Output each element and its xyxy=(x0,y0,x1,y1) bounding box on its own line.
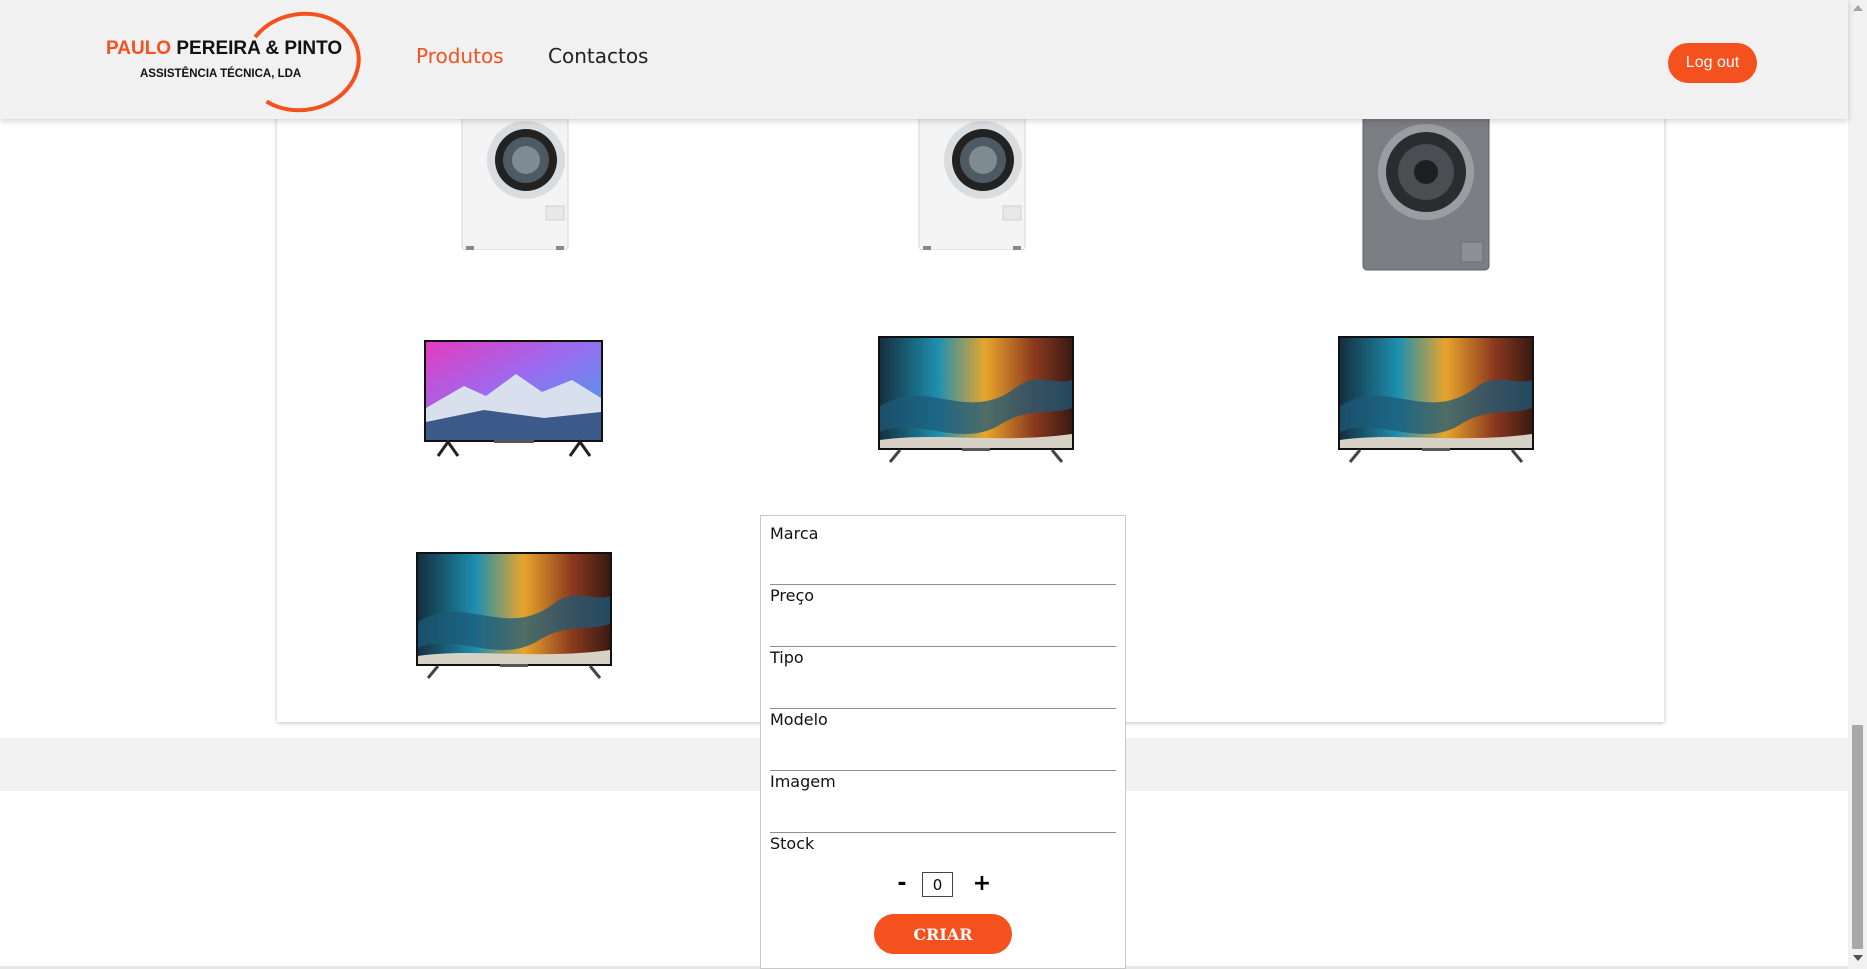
preco-input[interactable] xyxy=(770,606,1116,647)
washing-machine-image xyxy=(461,99,569,251)
product-card-tv-4[interactable] xyxy=(416,552,612,680)
stock-label: Stock xyxy=(770,834,815,853)
tv-image xyxy=(1338,336,1534,463)
modelo-label: Modelo xyxy=(770,710,828,729)
nav-produtos[interactable]: Produtos xyxy=(416,44,504,68)
product-card-tv-1[interactable] xyxy=(424,338,604,458)
criar-button[interactable]: CRIAR xyxy=(874,914,1012,954)
tv-image xyxy=(416,552,612,679)
tipo-label: Tipo xyxy=(770,648,804,667)
washing-machine-image xyxy=(1362,99,1490,271)
site-header: PAULO PEREIRA & PINTO ASSISTÊNCIA TÉCNIC… xyxy=(0,0,1848,122)
modelo-input[interactable] xyxy=(770,730,1116,771)
stock-decrement-button[interactable]: - xyxy=(890,870,914,898)
nav-contactos[interactable]: Contactos xyxy=(548,44,648,68)
product-card-washer-3[interactable] xyxy=(1361,99,1491,272)
logo-subtitle: ASSISTÊNCIA TÉCNICA, LDA xyxy=(140,68,302,80)
scroll-thumb[interactable] xyxy=(1852,725,1863,949)
marca-input[interactable] xyxy=(770,544,1116,585)
create-product-form: Marca Preço Tipo Modelo Imagem Stock - +… xyxy=(760,515,1126,969)
tv-image xyxy=(424,340,603,457)
marca-label: Marca xyxy=(770,524,819,543)
stock-increment-button[interactable]: + xyxy=(970,870,994,898)
scroll-down-arrow-icon[interactable] xyxy=(1853,955,1863,961)
tv-image xyxy=(878,336,1074,463)
product-card-washer-2[interactable] xyxy=(917,99,1029,251)
washing-machine-image xyxy=(918,99,1026,251)
product-card-tv-3[interactable] xyxy=(1338,336,1534,464)
logo-ring xyxy=(235,2,369,122)
logo-title: PAULO PEREIRA & PINTO xyxy=(106,38,343,59)
preco-label: Preço xyxy=(770,586,815,605)
imagem-input[interactable] xyxy=(770,792,1116,833)
stock-quantity-input[interactable] xyxy=(922,872,953,897)
logout-button[interactable]: Log out xyxy=(1668,43,1757,83)
product-card-washer-1[interactable] xyxy=(460,99,572,251)
tipo-input[interactable] xyxy=(770,668,1116,709)
imagem-label: Imagem xyxy=(770,772,836,791)
product-card-tv-2[interactable] xyxy=(878,336,1074,464)
vertical-scrollbar[interactable] xyxy=(1848,0,1867,969)
company-logo[interactable]: PAULO PEREIRA & PINTO ASSISTÊNCIA TÉCNIC… xyxy=(100,2,369,122)
scroll-up-arrow-icon[interactable] xyxy=(1853,5,1863,11)
